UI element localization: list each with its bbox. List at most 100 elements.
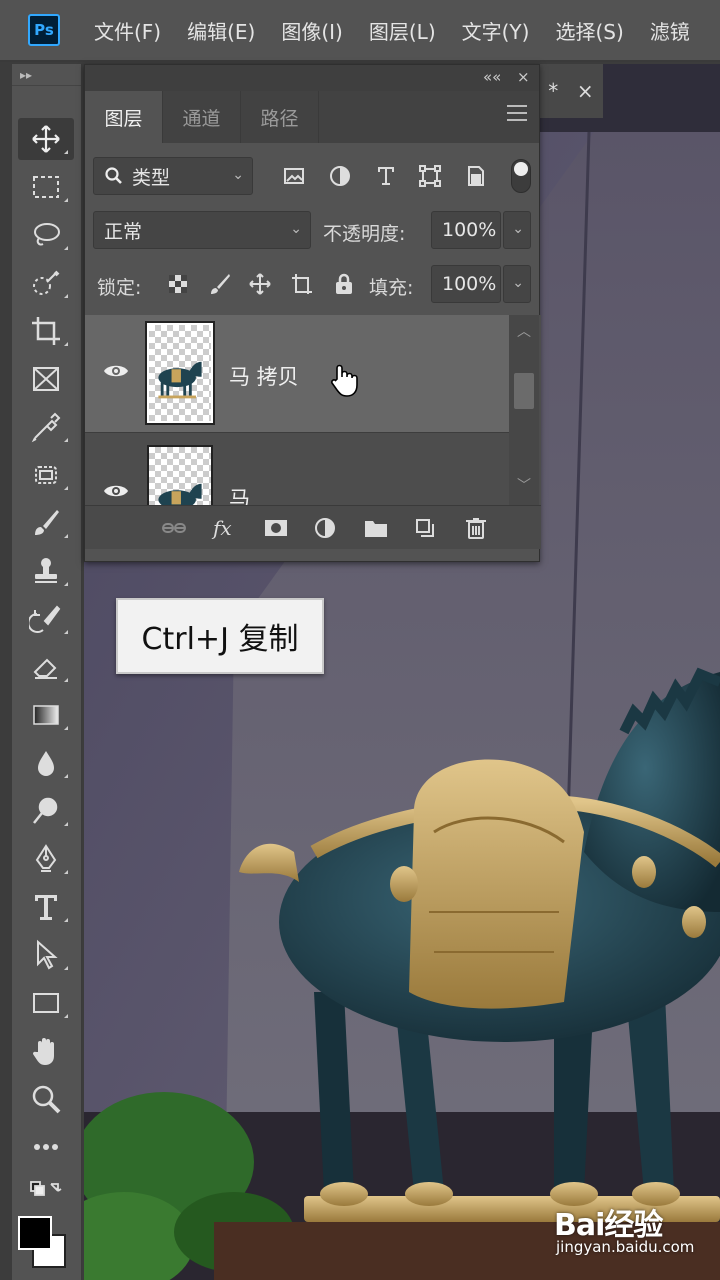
chevron-down-icon: ⌄ bbox=[290, 221, 302, 237]
watermark: Bai经验 jingyan.baidu.com bbox=[548, 1196, 718, 1266]
blend-mode-select[interactable]: 正常 ⌄ bbox=[93, 211, 311, 249]
foreground-color-swatch[interactable] bbox=[18, 1216, 52, 1250]
scroll-up-icon[interactable]: ︿ bbox=[517, 321, 531, 341]
new-layer-icon[interactable] bbox=[413, 516, 439, 540]
close-document-icon[interactable]: × bbox=[577, 79, 594, 103]
chevron-down-icon: ⌄ bbox=[512, 221, 524, 237]
tools-panel: ▸▸ bbox=[12, 64, 82, 1280]
fill-input[interactable]: 100% bbox=[431, 265, 501, 303]
panel-title-bar[interactable]: «« × bbox=[85, 65, 539, 91]
menu-filter[interactable]: 滤镜 bbox=[650, 16, 690, 45]
more-tools-icon[interactable] bbox=[18, 1126, 74, 1168]
history-brush-tool-icon[interactable] bbox=[18, 598, 74, 640]
layers-footer: fx bbox=[85, 505, 541, 549]
gradient-tool-icon[interactable] bbox=[18, 694, 74, 736]
modified-indicator: * bbox=[548, 79, 559, 103]
filter-toggle[interactable] bbox=[511, 159, 531, 193]
filter-smart-object-icon[interactable] bbox=[461, 157, 491, 195]
layers-scrollbar[interactable]: ︿ ﹀ bbox=[509, 315, 539, 505]
fx-icon[interactable]: fx bbox=[213, 516, 239, 540]
hand-tool-icon[interactable] bbox=[18, 1030, 74, 1072]
opacity-value: 100% bbox=[442, 219, 497, 241]
lock-artboard-icon[interactable] bbox=[287, 265, 317, 303]
eraser-tool-icon[interactable] bbox=[18, 646, 74, 688]
eyedropper-tool-icon[interactable] bbox=[18, 406, 74, 448]
type-tool-icon[interactable] bbox=[18, 886, 74, 928]
new-group-icon[interactable] bbox=[363, 516, 389, 540]
hand-cursor-icon bbox=[331, 364, 358, 397]
lock-pixels-icon[interactable] bbox=[205, 265, 235, 303]
healing-brush-tool-icon[interactable] bbox=[18, 454, 74, 496]
scroll-thumb[interactable] bbox=[514, 373, 534, 409]
layers-list: 马 拷贝 马 bbox=[85, 315, 541, 505]
opacity-label: 不透明度: bbox=[323, 223, 406, 245]
menu-file[interactable]: 文件(F) bbox=[94, 16, 161, 45]
tab-paths[interactable]: 路径 bbox=[241, 91, 319, 143]
fill-dropdown[interactable]: ⌄ bbox=[503, 265, 531, 303]
layer-row-horse-copy[interactable]: 马 拷贝 bbox=[85, 315, 509, 433]
rectangle-tool-icon[interactable] bbox=[18, 982, 74, 1024]
menu-type[interactable]: 文字(Y) bbox=[462, 16, 530, 45]
fill-label: 填充: bbox=[369, 277, 414, 299]
layer-name[interactable]: 马 bbox=[229, 483, 250, 505]
dodge-tool-icon[interactable] bbox=[18, 790, 74, 832]
scroll-down-icon[interactable]: ﹀ bbox=[517, 475, 531, 495]
add-mask-icon[interactable] bbox=[263, 516, 289, 540]
link-layers-icon[interactable] bbox=[161, 516, 187, 540]
eye-icon[interactable] bbox=[103, 361, 129, 381]
lasso-tool-icon[interactable] bbox=[18, 214, 74, 256]
opacity-dropdown[interactable]: ⌄ bbox=[503, 211, 531, 249]
panel-menu-icon[interactable] bbox=[507, 105, 527, 121]
default-colors-icon[interactable] bbox=[18, 1176, 74, 1204]
layer-thumbnail bbox=[147, 445, 213, 505]
collapse-panel-icon[interactable]: «« bbox=[483, 68, 501, 86]
move-tool-icon[interactable] bbox=[18, 118, 74, 160]
lock-transparent-icon[interactable] bbox=[163, 265, 193, 303]
layer-name[interactable]: 马 拷贝 bbox=[229, 361, 299, 391]
pen-tool-icon[interactable] bbox=[18, 838, 74, 880]
tab-layers[interactable]: 图层 bbox=[85, 91, 163, 143]
layer-thumbnail bbox=[145, 321, 215, 425]
menu-edit[interactable]: 编辑(E) bbox=[187, 16, 255, 45]
blur-tool-icon[interactable] bbox=[18, 742, 74, 784]
color-swatches[interactable] bbox=[18, 1216, 68, 1270]
lock-label: 锁定: bbox=[97, 277, 142, 299]
document-tab[interactable]: * × bbox=[539, 64, 603, 118]
filter-adjustment-icon[interactable] bbox=[325, 157, 355, 195]
menu-image[interactable]: 图像(I) bbox=[281, 16, 343, 45]
crop-tool-icon[interactable] bbox=[18, 310, 74, 352]
close-panel-icon[interactable]: × bbox=[517, 68, 530, 86]
frame-tool-icon[interactable] bbox=[18, 358, 74, 400]
menu-layer[interactable]: 图层(L) bbox=[369, 16, 436, 45]
photoshop-logo[interactable]: Ps bbox=[28, 14, 60, 46]
lock-row: 锁定: 填充: 100% ⌄ bbox=[85, 265, 541, 305]
lock-position-icon[interactable] bbox=[245, 265, 275, 303]
zoom-tool-icon[interactable] bbox=[18, 1078, 74, 1120]
marquee-tool-icon[interactable] bbox=[18, 166, 74, 208]
watermark-url: jingyan.baidu.com bbox=[556, 1238, 695, 1256]
shortcut-tooltip: Ctrl+J 复制 bbox=[116, 598, 324, 674]
opacity-input[interactable]: 100% bbox=[431, 211, 501, 249]
clone-stamp-tool-icon[interactable] bbox=[18, 550, 74, 592]
fill-value: 100% bbox=[442, 273, 497, 295]
layer-row-horse[interactable]: 马 bbox=[85, 435, 509, 505]
filter-type-icon[interactable] bbox=[371, 157, 401, 195]
filter-shape-icon[interactable] bbox=[415, 157, 445, 195]
blend-row: 正常 ⌄ 不透明度: 100% ⌄ bbox=[85, 211, 541, 251]
lock-all-icon[interactable] bbox=[329, 265, 359, 303]
filter-type-label: 类型 bbox=[132, 166, 171, 189]
path-selection-tool-icon[interactable] bbox=[18, 934, 74, 976]
layer-filter-select[interactable]: 类型 ⌄ bbox=[93, 157, 253, 195]
toolbar-collapse-icon[interactable]: ▸▸ bbox=[12, 64, 81, 86]
tab-channels[interactable]: 通道 bbox=[163, 91, 241, 143]
layer-filter-row: 类型 ⌄ bbox=[85, 157, 541, 197]
layers-panel: «« × 图层 通道 路径 类型 ⌄ 正常 ⌄ 不透明度: 100% ⌄ 锁定: bbox=[84, 64, 541, 562]
quick-selection-tool-icon[interactable] bbox=[18, 262, 74, 304]
adjustment-layer-icon[interactable] bbox=[313, 516, 339, 540]
menu-select[interactable]: 选择(S) bbox=[555, 16, 623, 45]
brush-tool-icon[interactable] bbox=[18, 502, 74, 544]
menu-bar: Ps 文件(F) 编辑(E) 图像(I) 图层(L) 文字(Y) 选择(S) 滤… bbox=[0, 0, 720, 62]
filter-pixel-icon[interactable] bbox=[279, 157, 309, 195]
eye-icon[interactable] bbox=[103, 481, 129, 501]
delete-layer-icon[interactable] bbox=[463, 516, 489, 540]
